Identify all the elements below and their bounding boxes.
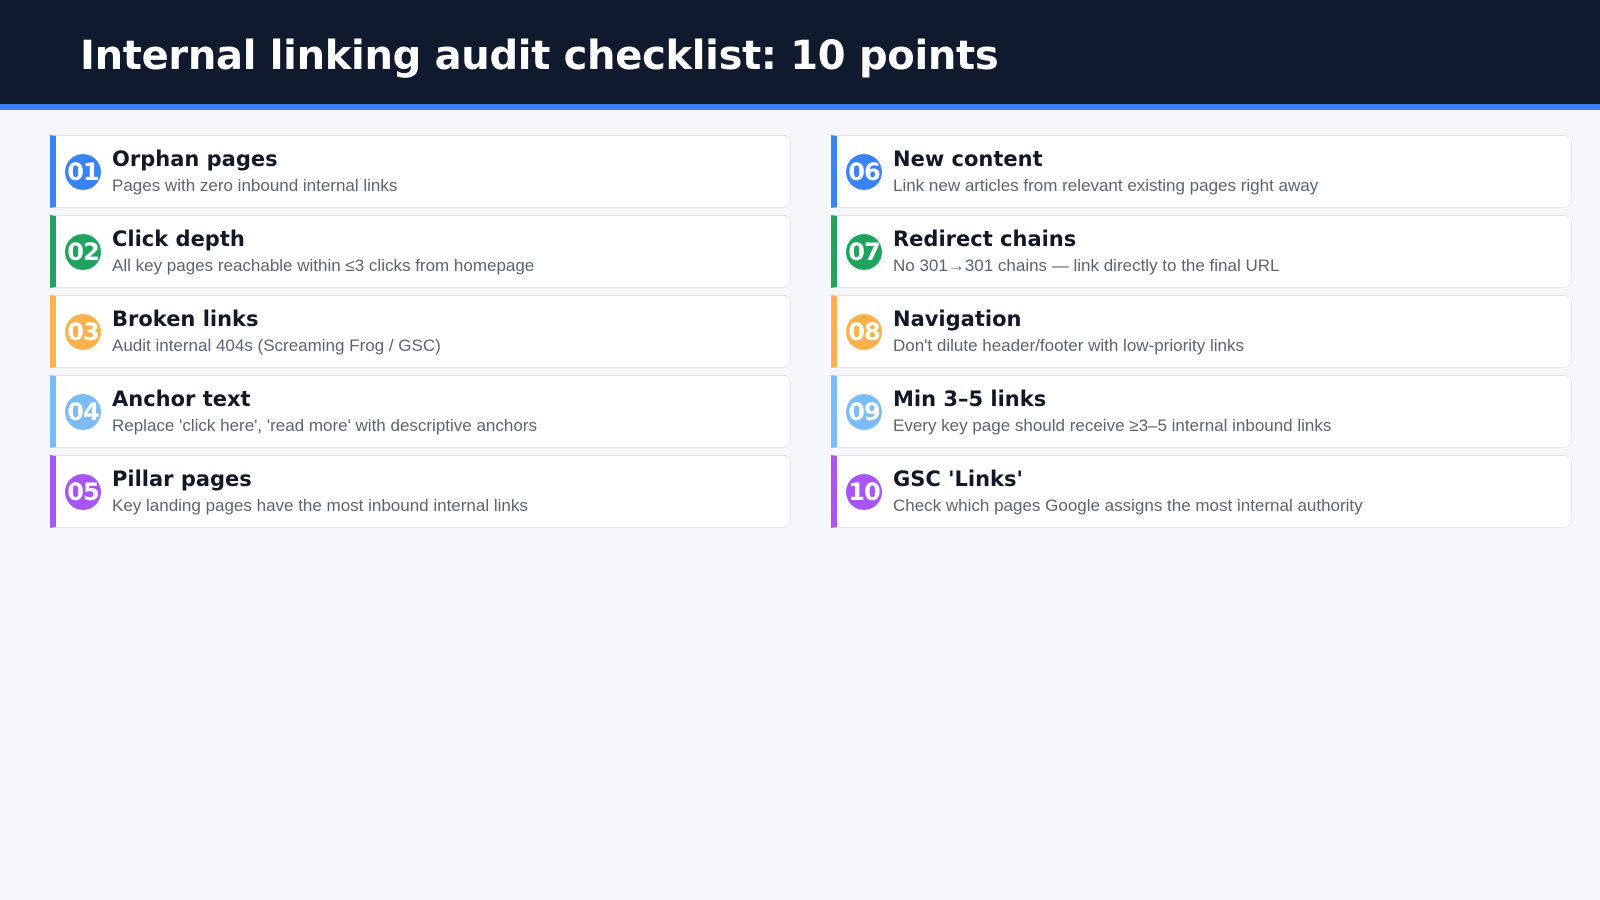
item-number-badge: 03 (65, 314, 101, 350)
item-title: New content (893, 147, 1043, 171)
item-description: Pages with zero inbound internal links (112, 176, 398, 195)
item-number-badge: 04 (65, 394, 101, 430)
item-title: GSC 'Links' (893, 467, 1023, 491)
item-description: Don't dilute header/footer with low-prio… (893, 336, 1244, 355)
item-description: Check which pages Google assigns the mos… (893, 496, 1363, 515)
item-description: No 301→301 chains — link directly to the… (893, 256, 1280, 275)
checklist-item: 04 Anchor text Replace 'click here', 're… (50, 375, 791, 448)
item-number-badge: 05 (65, 474, 101, 510)
item-title: Orphan pages (112, 147, 278, 171)
item-title: Anchor text (112, 387, 251, 411)
checklist-item: 06 New content Link new articles from re… (831, 135, 1572, 208)
checklist-item: 02 Click depth All key pages reachable w… (50, 215, 791, 288)
page-title: Internal linking audit checklist: 10 poi… (80, 33, 999, 79)
item-number-badge: 06 (846, 154, 882, 190)
checklist-item: 01 Orphan pages Pages with zero inbound … (50, 135, 791, 208)
item-title: Click depth (112, 227, 245, 251)
item-number-badge: 08 (846, 314, 882, 350)
header-bar: Internal linking audit checklist: 10 poi… (0, 0, 1600, 104)
checklist: 01 Orphan pages Pages with zero inbound … (50, 135, 1572, 528)
item-number-badge: 07 (846, 234, 882, 270)
checklist-item: 09 Min 3–5 links Every key page should r… (831, 375, 1572, 448)
header-accent-bar (0, 104, 1600, 110)
item-title: Redirect chains (893, 227, 1077, 251)
item-description: Every key page should receive ≥3–5 inter… (893, 416, 1332, 435)
item-description: Key landing pages have the most inbound … (112, 496, 528, 515)
item-number-badge: 10 (846, 474, 882, 510)
item-number-badge: 02 (65, 234, 101, 270)
item-description: Replace 'click here', 'read more' with d… (112, 416, 537, 435)
item-number-badge: 01 (65, 154, 101, 190)
item-title: Min 3–5 links (893, 387, 1047, 411)
checklist-item: 07 Redirect chains No 301→301 chains — l… (831, 215, 1572, 288)
item-description: Link new articles from relevant existing… (893, 176, 1319, 195)
item-title: Broken links (112, 307, 259, 331)
item-title: Navigation (893, 307, 1022, 331)
checklist-item: 08 Navigation Don't dilute header/footer… (831, 295, 1572, 368)
item-description: Audit internal 404s (Screaming Frog / GS… (112, 336, 441, 355)
checklist-item: 05 Pillar pages Key landing pages have t… (50, 455, 791, 528)
item-description: All key pages reachable within ≤3 clicks… (112, 256, 535, 275)
item-number-badge: 09 (846, 394, 882, 430)
checklist-column-right: 06 New content Link new articles from re… (831, 135, 1572, 528)
checklist-column-left: 01 Orphan pages Pages with zero inbound … (50, 135, 791, 528)
checklist-item: 10 GSC 'Links' Check which pages Google … (831, 455, 1572, 528)
item-title: Pillar pages (112, 467, 252, 491)
checklist-item: 03 Broken links Audit internal 404s (Scr… (50, 295, 791, 368)
